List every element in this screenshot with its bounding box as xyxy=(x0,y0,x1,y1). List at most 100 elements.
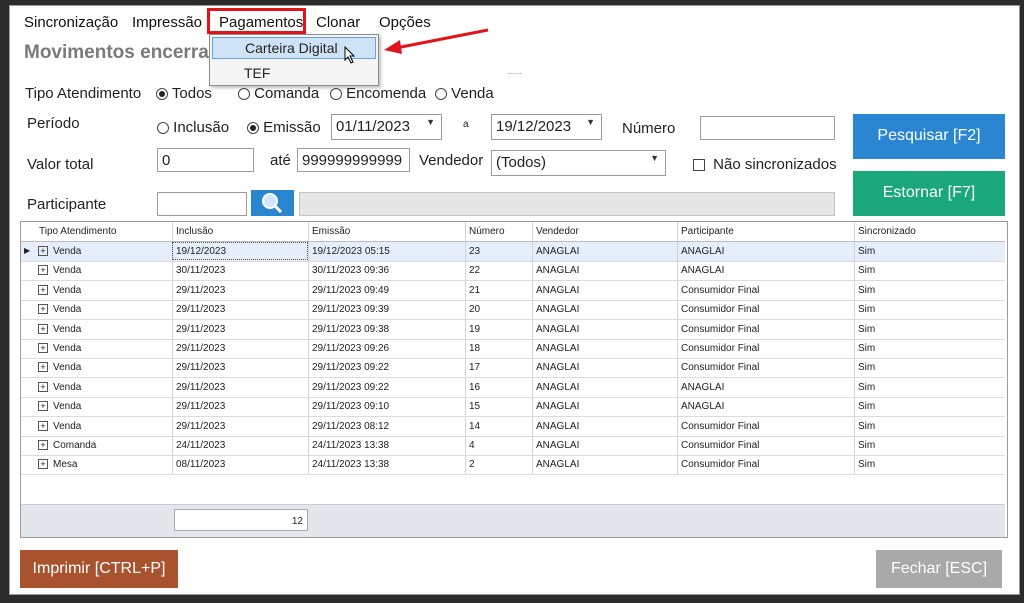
expand-icon[interactable]: + xyxy=(38,284,48,295)
column-divider xyxy=(677,358,678,378)
nao-sincronizados-checkbox[interactable]: Não sincronizados xyxy=(693,156,837,173)
chevron-down-icon[interactable]: ▼ xyxy=(426,117,435,127)
numero-field[interactable] xyxy=(700,116,835,140)
table-header: Tipo Atendimento Inclusão Emissão Número… xyxy=(21,222,1005,242)
vendedor-select[interactable]: (Todos) ▼ xyxy=(491,150,666,176)
date-to-field[interactable]: 19/12/2023 ▼ xyxy=(491,114,602,140)
expand-icon[interactable]: + xyxy=(38,343,48,353)
cell-sincronizado: Sim xyxy=(858,304,876,316)
table-row[interactable]: + Mesa 08/11/2023 24/11/2023 13:38 2 ANAGLAI C… xyxy=(21,455,1005,476)
expand-icon[interactable]: + xyxy=(38,323,48,334)
estornar-button[interactable]: Estornar [F7] xyxy=(853,171,1005,216)
date-from-field[interactable]: 01/11/2023 ▼ xyxy=(331,114,442,140)
table-row[interactable]: + Venda 29/11/2023 29/11/2023 09:22 16 ANAGLA… xyxy=(21,377,1005,398)
table-row[interactable]: ▶ + Venda 19/12/2023 19/12/2023 05:15 23 ANAGL… xyxy=(21,242,1005,262)
menu-sincronizacao[interactable]: Sincronização xyxy=(24,14,118,31)
cell-sincronizado: Sim xyxy=(858,343,876,354)
column-divider xyxy=(677,280,678,300)
cell-sincronizado: Sim xyxy=(858,420,876,432)
col-header-vendedor[interactable]: Vendedor xyxy=(536,226,579,237)
valor-to-field[interactable]: 999999999999 xyxy=(297,148,410,172)
expand-icon[interactable]: + xyxy=(38,420,48,431)
column-divider xyxy=(172,280,173,300)
column-divider xyxy=(532,416,533,436)
column-divider xyxy=(532,377,533,397)
cell-inclusao: 30/11/2023 xyxy=(176,265,226,277)
column-divider xyxy=(172,455,173,475)
column-divider xyxy=(532,358,533,378)
table-row[interactable]: + Venda 29/11/2023 29/11/2023 09:10 15 ANAGLA… xyxy=(21,397,1005,418)
imprimir-button[interactable]: Imprimir [CTRL+P] xyxy=(20,550,178,588)
col-header-inclusao[interactable]: Inclusão xyxy=(176,226,213,237)
radio-comanda[interactable]: Comanda xyxy=(238,85,319,102)
col-header-tipo[interactable]: Tipo Atendimento xyxy=(39,226,116,237)
expand-icon[interactable]: + xyxy=(38,440,48,450)
table-row[interactable]: + Comanda 24/11/2023 24/11/2023 13:38 4 ANAGL… xyxy=(21,436,1005,456)
cell-numero: 22 xyxy=(469,265,481,277)
menu-highlight-box xyxy=(207,8,306,34)
column-divider xyxy=(465,280,466,300)
menu-clonar[interactable]: Clonar xyxy=(316,14,360,31)
chevron-down-icon[interactable]: ▼ xyxy=(586,117,595,127)
expand-icon[interactable]: + xyxy=(38,362,48,373)
radio-todos[interactable]: Todos xyxy=(156,85,212,102)
fechar-button[interactable]: Fechar [ESC] xyxy=(876,550,1002,588)
cell-inclusao: 29/11/2023 xyxy=(176,323,226,335)
cell-numero: 16 xyxy=(469,381,481,393)
column-divider xyxy=(532,455,533,475)
radio-encomenda[interactable]: Encomenda xyxy=(330,85,426,102)
row-count: 12 xyxy=(174,509,308,531)
row-indicator-icon: ▶ xyxy=(24,246,31,255)
radio-encomenda-circle xyxy=(330,88,342,101)
cell-emissao: 29/11/2023 09:10 xyxy=(312,401,390,413)
table-row[interactable]: + Venda 30/11/2023 30/11/2023 09:36 22 ANAGLA… xyxy=(21,261,1005,282)
table-row[interactable]: + Venda 29/11/2023 29/11/2023 08:12 14 ANAGLA… xyxy=(21,416,1005,437)
pesquisar-button[interactable]: Pesquisar [F2] xyxy=(853,114,1005,159)
dropdown-item-tef[interactable]: TEF xyxy=(212,61,376,83)
expand-icon[interactable]: + xyxy=(38,459,48,470)
column-divider xyxy=(677,436,678,455)
column-divider xyxy=(532,300,533,320)
cell-inclusao: 29/11/2023 xyxy=(176,381,226,393)
cell-vendedor: ANAGLAI xyxy=(536,304,580,316)
cell-vendedor: ANAGLAI xyxy=(536,343,580,354)
column-divider xyxy=(465,339,466,358)
column-divider xyxy=(465,300,466,320)
col-header-emissao[interactable]: Emissão xyxy=(312,226,350,237)
radio-emissao[interactable]: Emissão xyxy=(247,119,321,136)
search-button[interactable] xyxy=(251,190,294,216)
col-header-participante[interactable]: Participante xyxy=(681,226,734,237)
table-row[interactable]: + Venda 29/11/2023 29/11/2023 09:26 18 ANAGLA… xyxy=(21,339,1005,359)
cell-emissao: 29/11/2023 09:49 xyxy=(312,284,390,296)
expand-icon[interactable]: + xyxy=(38,265,48,276)
cell-participante: Consumidor Final xyxy=(681,459,760,471)
table-row[interactable]: + Venda 29/11/2023 29/11/2023 09:39 20 ANAGLA… xyxy=(21,300,1005,321)
table-row[interactable]: + Venda 29/11/2023 29/11/2023 09:49 21 ANAGLA… xyxy=(21,280,1005,301)
col-header-sincronizado[interactable]: Sincronizado xyxy=(858,226,916,237)
cell-emissao: 29/11/2023 09:39 xyxy=(312,304,390,316)
periodo-a-label: a xyxy=(463,119,469,130)
expand-icon[interactable]: + xyxy=(38,401,48,412)
radio-inclusao[interactable]: Inclusão xyxy=(157,119,229,136)
table-row[interactable]: + Venda 29/11/2023 29/11/2023 09:38 19 ANAGLA… xyxy=(21,319,1005,340)
participante-code-field[interactable] xyxy=(157,192,247,216)
cell-participante: ANAGLAI xyxy=(681,265,725,277)
expand-icon[interactable]: + xyxy=(38,246,48,256)
column-divider xyxy=(172,300,173,320)
table-row[interactable]: + Venda 29/11/2023 29/11/2023 09:22 17 ANAGLA… xyxy=(21,358,1005,379)
radio-venda[interactable]: Venda xyxy=(435,85,494,102)
column-divider xyxy=(308,319,309,339)
cell-numero: 17 xyxy=(469,362,481,374)
vendedor-value: (Todos) xyxy=(496,154,547,171)
radio-encomenda-label: Encomenda xyxy=(346,85,427,102)
column-divider xyxy=(308,339,309,358)
expand-icon[interactable]: + xyxy=(38,304,48,315)
chevron-down-icon[interactable]: ▼ xyxy=(650,153,659,163)
menu-impressao[interactable]: Impressão xyxy=(132,14,202,31)
valor-from-field[interactable]: 0 xyxy=(157,148,254,172)
expand-icon[interactable]: + xyxy=(38,381,48,392)
column-divider xyxy=(677,455,678,475)
column-divider xyxy=(532,222,533,241)
col-header-numero[interactable]: Número xyxy=(469,226,505,237)
column-divider xyxy=(465,397,466,417)
